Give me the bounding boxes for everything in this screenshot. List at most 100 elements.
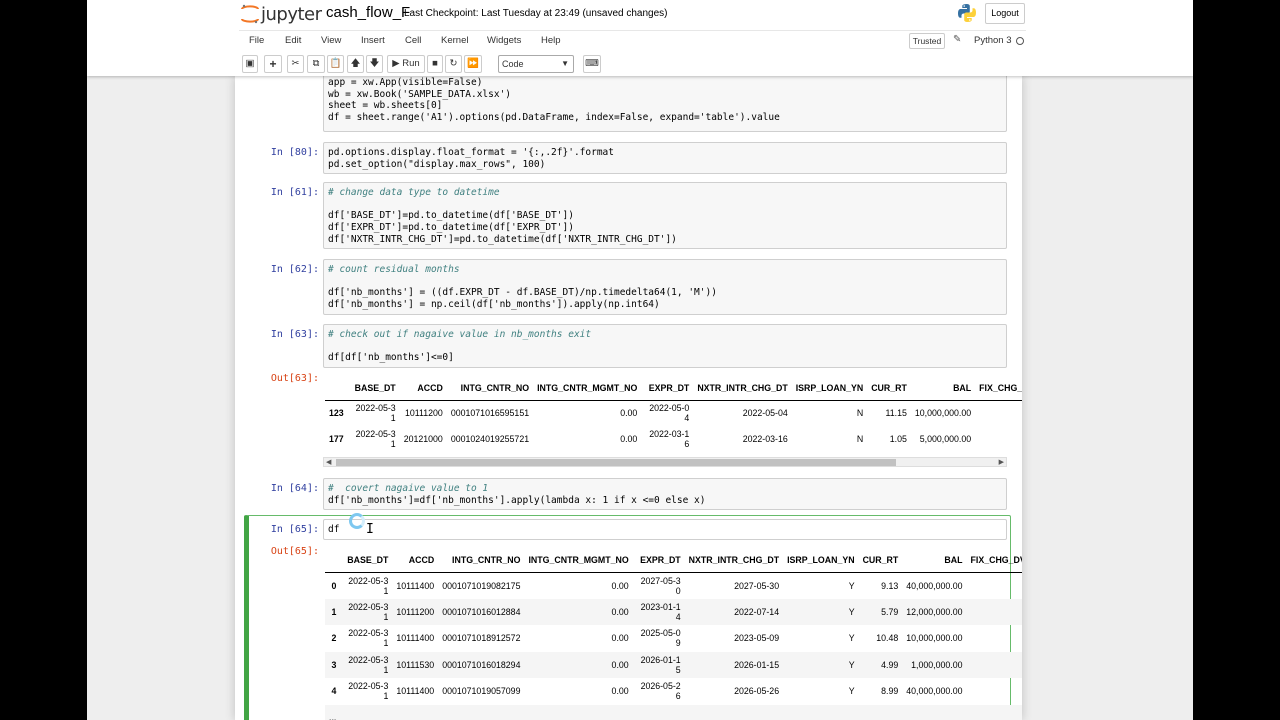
- table-cell: [967, 572, 1022, 599]
- column-header: CUR_RT: [858, 548, 903, 573]
- menu-cell[interactable]: Cell: [405, 35, 421, 46]
- trusted-badge[interactable]: Trusted: [909, 33, 945, 49]
- table-cell: 10111400: [396, 633, 435, 644]
- edit-pencil-icon[interactable]: ✎: [953, 34, 961, 45]
- column-header: BAL: [910, 376, 976, 401]
- code-text[interactable]: # change data type to datetime df['BASE_…: [324, 183, 1006, 250]
- scrollbar-thumb[interactable]: [336, 459, 896, 466]
- table-cell: ...: [858, 704, 903, 720]
- notebook-name[interactable]: cash_flow_F: [326, 4, 410, 21]
- keyboard-icon[interactable]: ⌨: [583, 55, 601, 73]
- column-header: INTG_CNTR_NO: [446, 376, 534, 401]
- scroll-right-icon[interactable]: ▶: [999, 458, 1004, 466]
- add-cell-icon[interactable]: +: [264, 55, 282, 73]
- table-cell: ...: [340, 704, 393, 720]
- table-cell: ...: [632, 704, 685, 720]
- table-row: 1 2022-05-31 10111200 0001071016012884 0.00 2…: [325, 598, 1022, 625]
- table-cell: Y: [848, 580, 855, 591]
- cell-type-select[interactable]: Code ▼: [498, 55, 574, 73]
- code-input[interactable]: # change data type to datetime df['BASE_…: [323, 182, 1007, 249]
- column-header: [325, 376, 348, 401]
- table-cell: 0001071016595151: [450, 408, 530, 419]
- code-text[interactable]: # covert nagaive value to 1 df['nb_month…: [324, 479, 1006, 510]
- code-text[interactable]: df: [324, 520, 1006, 540]
- column-header: [325, 548, 341, 573]
- header: jupyter cash_flow_F Last Checkpoint: Las…: [239, 0, 1026, 28]
- table-cell: 0.00: [620, 434, 638, 444]
- date-part: 2026-05-26: [640, 681, 681, 702]
- date-part: 2022-05-31: [355, 429, 396, 449]
- date-part: 2027-05-30: [640, 575, 681, 596]
- fast-forward-icon[interactable]: ⏩: [464, 55, 482, 73]
- table-cell: 2026-05-26: [633, 678, 685, 705]
- table-cell: 40,000,000.00: [906, 580, 963, 591]
- menu-view[interactable]: View: [321, 35, 341, 46]
- menu-insert[interactable]: Insert: [361, 35, 385, 46]
- code-input[interactable]: # count residual months df['nb_months'] …: [323, 259, 1007, 315]
- column-header: FIX_CHG_DVCD: [966, 548, 1022, 573]
- table-cell: [967, 678, 1022, 705]
- code-input[interactable]: pd.options.display.float_format = '{:,.2…: [323, 142, 1007, 174]
- run-icon: ▶︎: [392, 58, 400, 69]
- table-cell: Y: [783, 651, 859, 678]
- table-cell: 2022-05-31: [340, 678, 392, 705]
- logout-button[interactable]: Logout: [985, 3, 1025, 24]
- column-header: INTG_CNTR_MGMT_NO: [524, 548, 633, 573]
- column-header: BASE_DT: [347, 376, 400, 401]
- menu-help[interactable]: Help: [541, 35, 561, 46]
- table-cell: 0001071016018294: [438, 651, 525, 678]
- table-row: 3 2022-05-31 10111530 0001071016018294 0.00 2…: [325, 651, 1022, 678]
- date-part: 2022-05-31: [355, 403, 396, 424]
- scroll-left-icon[interactable]: ◀: [326, 458, 331, 466]
- menu-file[interactable]: File: [249, 35, 264, 46]
- menu-widgets[interactable]: Widgets: [487, 35, 521, 46]
- code-text[interactable]: # check out if nagaive value in nb_month…: [324, 325, 1006, 368]
- menu-edit[interactable]: Edit: [285, 35, 301, 46]
- table-cell: 2023-05-09: [734, 633, 780, 644]
- dataframe-output-table: BASE_DT ACCD INTG_CNTR_NO INTG_CNTR_MGMT_NO…: [325, 548, 1022, 720]
- move-up-icon[interactable]: 🡅: [347, 55, 364, 73]
- row-index: 123: [329, 408, 344, 419]
- table-cell: 2027-05-30: [734, 580, 780, 591]
- table-cell: 2026-05-26: [734, 686, 780, 697]
- checkpoint-status: Last Checkpoint: Last Tuesday at 23:49 (…: [404, 8, 668, 19]
- code-text[interactable]: # count residual months df['nb_months'] …: [324, 260, 1006, 315]
- code-text[interactable]: pd.options.display.float_format = '{:,.2…: [324, 143, 1006, 174]
- paste-icon[interactable]: 📋: [327, 55, 344, 73]
- logo-text: jupyter: [261, 4, 322, 25]
- table-cell: 2022-05-04: [641, 400, 693, 426]
- menu-kernel[interactable]: Kernel: [441, 35, 468, 46]
- code-input[interactable]: # covert nagaive value to 1 df['nb_month…: [323, 478, 1007, 510]
- table-cell: 2022-05-31: [340, 598, 393, 625]
- jupyter-logo[interactable]: jupyter: [241, 3, 322, 25]
- column-header: ISRP_LOAN_YN: [791, 376, 868, 401]
- table-cell: ...: [438, 704, 525, 720]
- copy-icon[interactable]: ⧉: [307, 55, 325, 73]
- code-input[interactable]: # check out if nagaive value in nb_month…: [323, 324, 1007, 368]
- column-header: BAL: [902, 548, 967, 573]
- cell-type-value: Code: [502, 59, 524, 69]
- date-part: 2022-05-31: [348, 575, 389, 596]
- cut-icon[interactable]: ✂: [287, 55, 304, 73]
- restart-icon[interactable]: ↻: [445, 55, 462, 73]
- table-cell: 1,000,000.00: [902, 651, 967, 678]
- save-icon[interactable]: ▣: [242, 55, 258, 73]
- input-prompt: In [62]:: [270, 264, 319, 275]
- move-down-icon[interactable]: 🡇: [366, 55, 383, 73]
- table-cell: [966, 704, 1022, 720]
- code-input[interactable]: df: [323, 519, 1007, 540]
- run-button[interactable]: ▶︎ Run: [387, 55, 425, 73]
- table-cell: 0001024019255721: [450, 434, 530, 444]
- input-prompt: In [64]:: [270, 483, 319, 494]
- table-cell: 10111400: [396, 686, 435, 697]
- table-cell: 2026-01-15: [632, 651, 685, 678]
- column-header: CUR_RT: [867, 376, 911, 401]
- table-row: ..............................: [325, 704, 1022, 720]
- jupyter-logo-icon: [241, 4, 259, 24]
- table-cell: 1: [975, 426, 1022, 452]
- code-input[interactable]: app = xw.App(visible=False) wb = xw.Book…: [323, 76, 1007, 132]
- stop-icon[interactable]: ■: [427, 55, 443, 73]
- output-scrollbar[interactable]: ◀ ▶: [323, 457, 1007, 467]
- run-label: Run: [402, 58, 420, 69]
- code-text[interactable]: app = xw.App(visible=False) wb = xw.Book…: [324, 76, 1006, 128]
